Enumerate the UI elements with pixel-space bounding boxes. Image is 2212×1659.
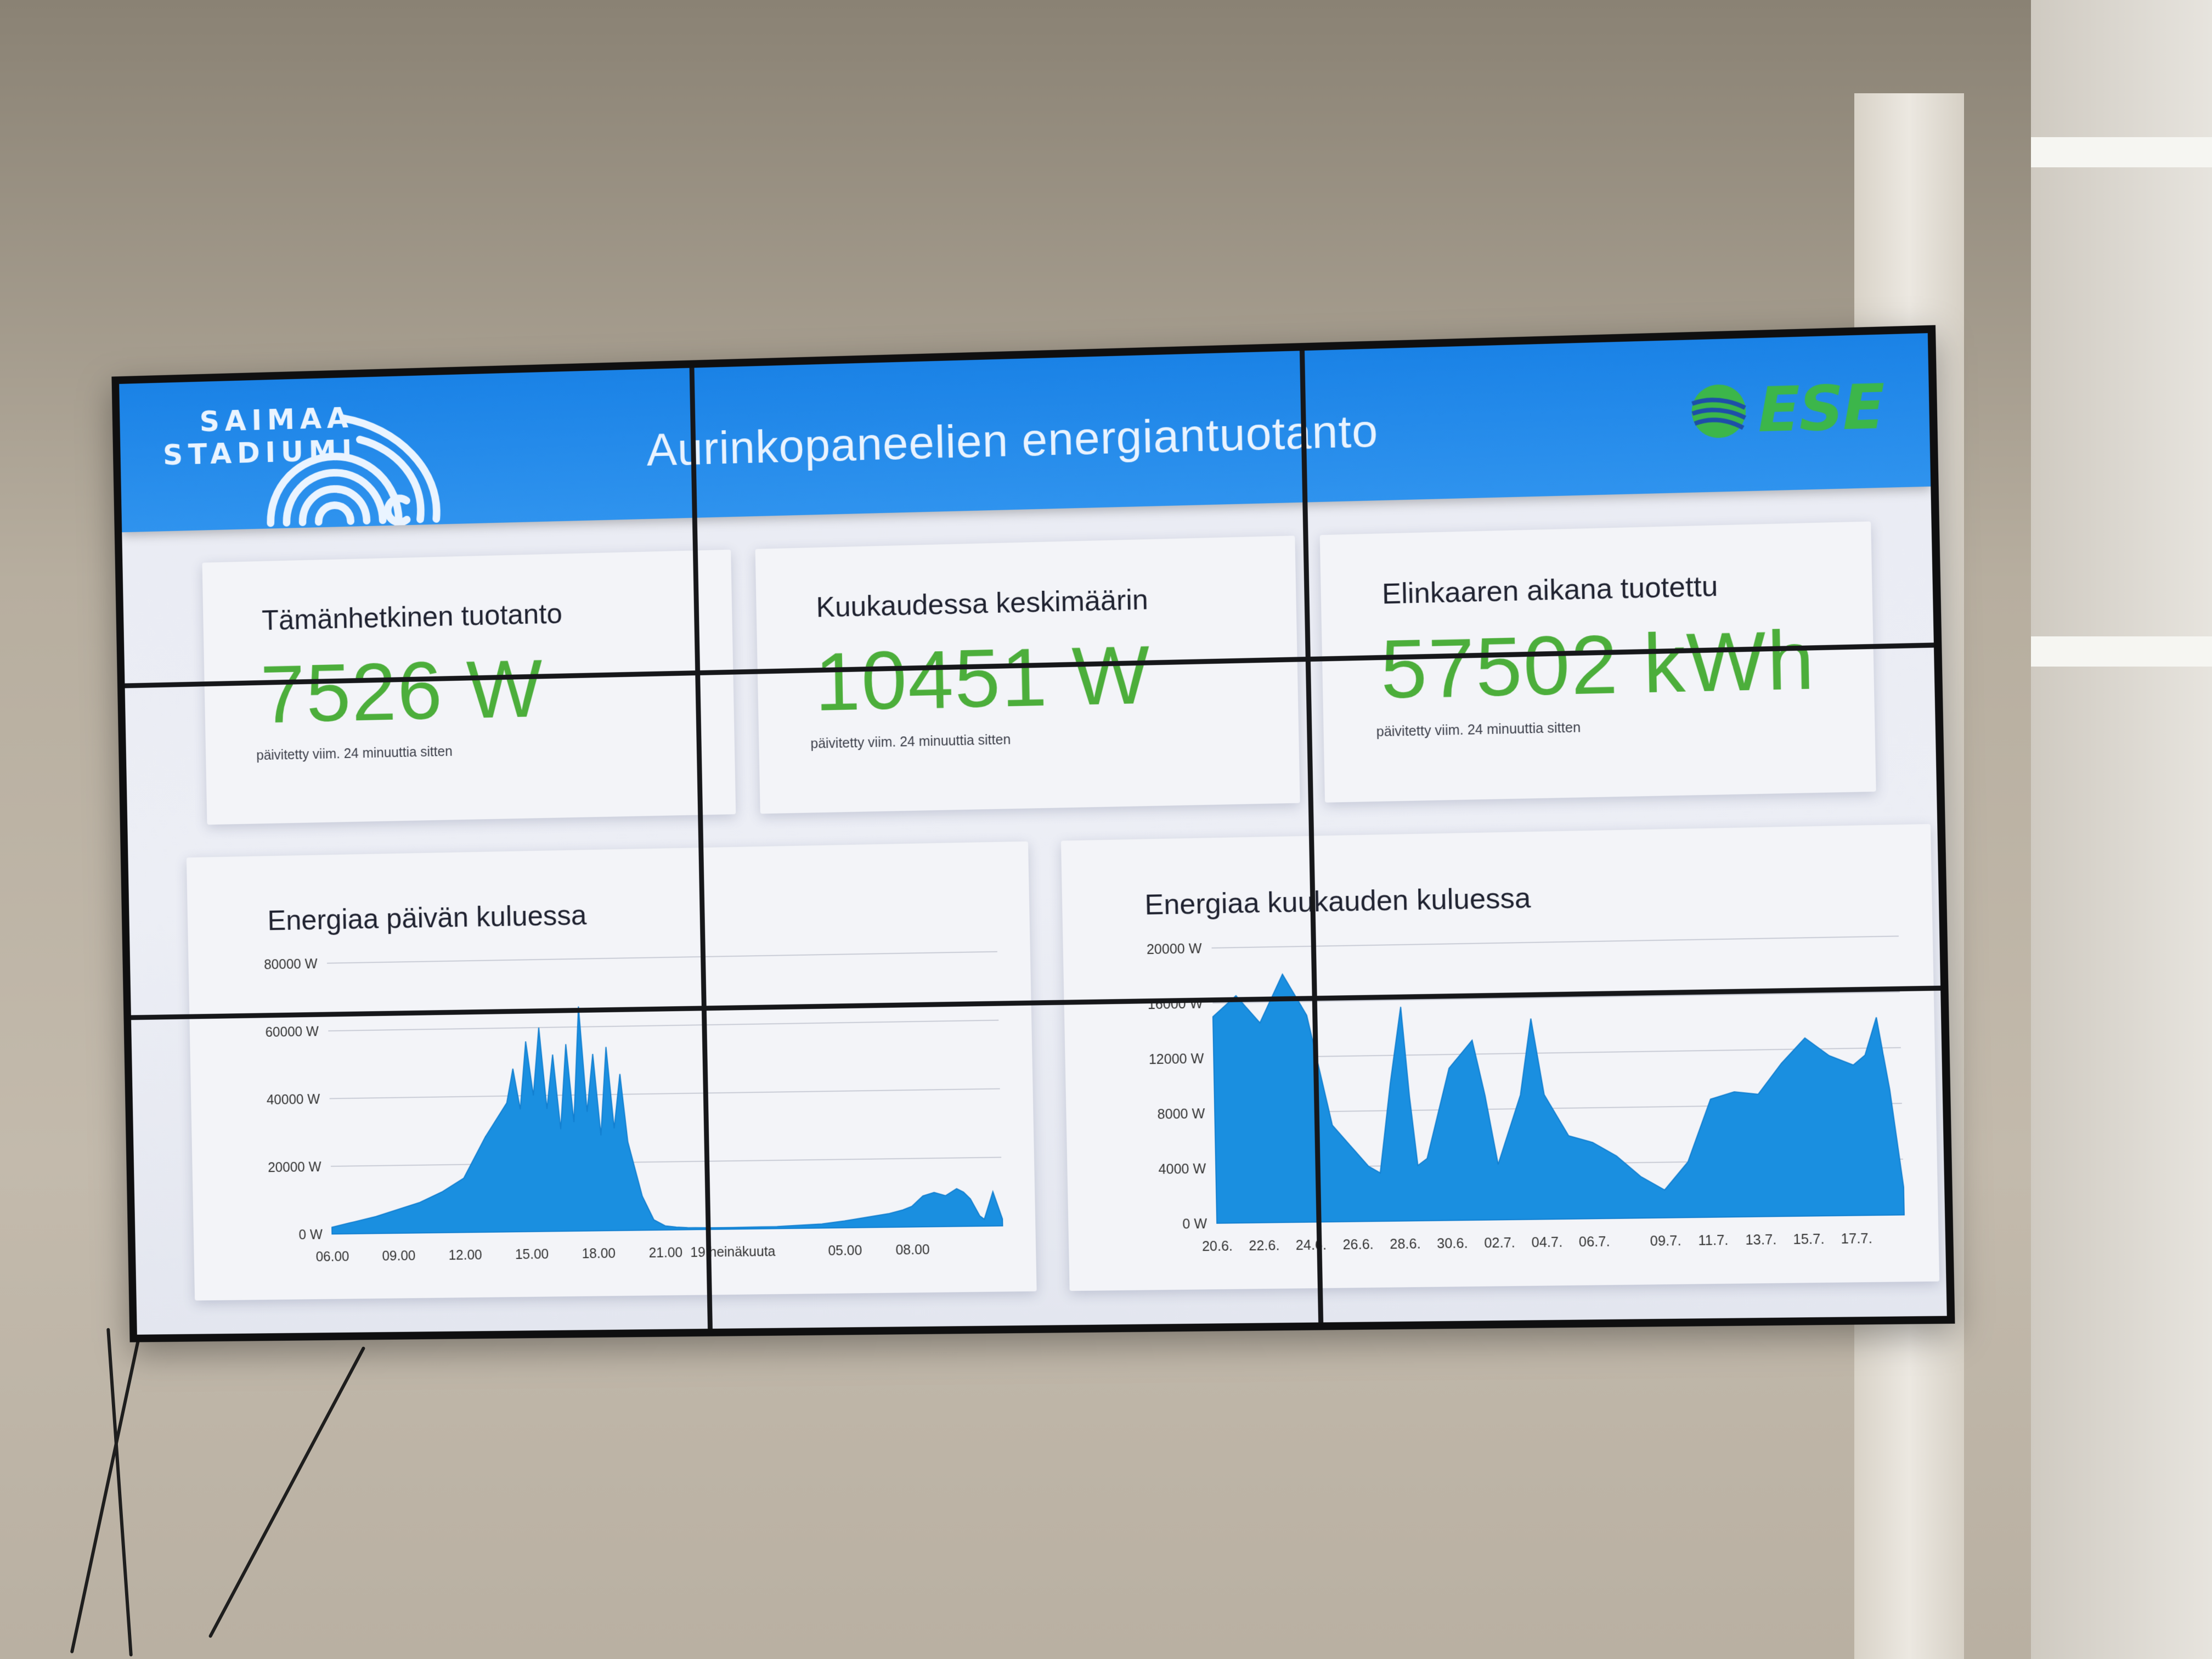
x-tick-label: 09.7. [1650, 1234, 1681, 1249]
y-tick-label: 0 W [1182, 1217, 1207, 1232]
x-tick-label: 17.7. [1841, 1231, 1872, 1246]
chart-card-month: Energiaa kuukauden kuluessa 20000 W 16000… [1060, 823, 1940, 1291]
x-tick-label: 06.7. [1579, 1234, 1610, 1250]
y-tick-label: 60000 W [265, 1024, 319, 1040]
y-tick-label: 20000 W [1147, 941, 1203, 957]
ese-logo-text: ESE [1757, 371, 1885, 446]
grid-line [328, 1020, 998, 1031]
x-tick-label: 15.7. [1793, 1232, 1825, 1247]
grid-line [331, 1158, 1001, 1166]
ceiling-light [2031, 137, 2212, 167]
side-wall [2031, 0, 2212, 1659]
x-tick-label: 05.00 [828, 1243, 862, 1259]
x-tick-label: 15.00 [515, 1247, 549, 1262]
dashboard-header: SAIMAA STADIUMI Aurinkopaneelien energia… [119, 333, 1931, 533]
x-tick-label: 13.7. [1745, 1232, 1777, 1248]
y-tick-label: 4000 W [1158, 1161, 1206, 1177]
x-tick-label: 30.6. [1437, 1236, 1468, 1251]
grid-line [327, 952, 997, 963]
chart-title: Energiaa päivän kuluessa [267, 899, 587, 937]
x-tick-label: 12.00 [448, 1248, 482, 1263]
ese-globe-icon [1688, 383, 1751, 439]
y-tick-label: 8000 W [1157, 1107, 1205, 1122]
stat-updated: päivitetty viim. 24 minuuttia sitten [1376, 720, 1581, 740]
grid-line [330, 1089, 1000, 1099]
y-tick-label: 0 W [298, 1228, 323, 1243]
stat-value: 7526 W [259, 642, 545, 740]
stat-label: Tämänhetkinen tuotanto [261, 597, 563, 637]
power-cable [208, 1346, 366, 1639]
area-series [328, 1000, 1003, 1234]
y-tick-label: 20000 W [268, 1160, 321, 1175]
power-cable [70, 1330, 142, 1654]
chart-card-day: Energiaa päivän kuluessa 80000 W 60000 W 4… [186, 841, 1037, 1301]
x-tick-label: 24.6. [1296, 1238, 1327, 1253]
x-tick-label: 11.7. [1698, 1233, 1729, 1249]
stat-value: 57502 kWh [1379, 613, 1816, 716]
x-tick-label: 22.6. [1249, 1238, 1280, 1254]
x-tick-label: 02.7. [1484, 1235, 1515, 1251]
stat-card-current: Tämänhetkinen tuotanto 7526 W päivitetty… [202, 549, 736, 825]
y-tick-label: 80000 W [264, 957, 318, 973]
x-tick-label: 21.00 [648, 1245, 682, 1261]
x-tick-label: 26.6. [1342, 1237, 1374, 1252]
y-tick-label: 40000 W [267, 1092, 320, 1108]
stat-card-lifetime: Elinkaaren aikana tuotettu 57502 kWh päi… [1319, 521, 1876, 803]
x-tick-label: 20.6. [1202, 1239, 1233, 1254]
x-tick-label: 28.6. [1390, 1237, 1421, 1252]
stat-updated: päivitetty viim. 24 minuuttia sitten [256, 743, 453, 764]
x-tick-label: 04.7. [1531, 1235, 1562, 1250]
y-tick-label: 12000 W [1149, 1052, 1205, 1068]
stat-value: 10451 W [814, 628, 1152, 728]
stat-updated: päivitetty viim. 24 minuuttia sitten [810, 732, 1011, 752]
dashboard: SAIMAA STADIUMI Aurinkopaneelien energia… [119, 333, 1947, 1335]
stat-card-monthly-average: Kuukaudessa keskimäärin 10451 W päivitet… [755, 535, 1300, 814]
stat-label: Elinkaaren aikana tuotettu [1381, 570, 1718, 611]
chart-title: Energiaa kuukauden kuluessa [1144, 882, 1531, 921]
ceiling-light [2031, 636, 2212, 667]
x-tick-label: 18.00 [582, 1246, 616, 1262]
video-wall: SAIMAA STADIUMI Aurinkopaneelien energia… [111, 325, 1955, 1342]
x-tick-label: 19 heinäkuuta [690, 1244, 776, 1260]
x-tick-label: 08.00 [895, 1243, 930, 1258]
x-tick-label: 06.00 [315, 1249, 349, 1265]
ese-logo: ESE [1688, 371, 1885, 446]
x-tick-label: 09.00 [382, 1249, 416, 1264]
stat-label: Kuukaudessa keskimäärin [816, 584, 1149, 624]
